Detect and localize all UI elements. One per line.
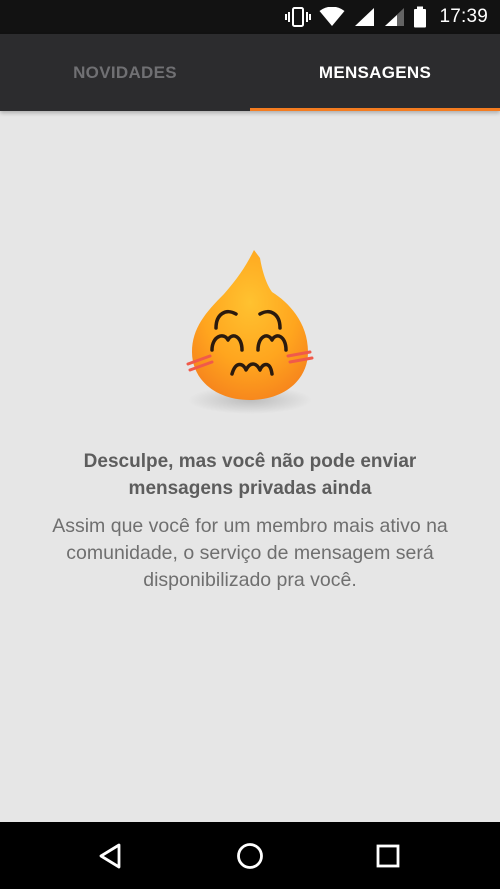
signal-icon bbox=[383, 7, 405, 27]
empty-state-title: Desculpe, mas você não pode enviar mensa… bbox=[83, 451, 417, 499]
status-icons: 17:39 bbox=[285, 0, 488, 34]
home-icon[interactable] bbox=[215, 822, 285, 889]
back-icon[interactable] bbox=[76, 822, 146, 889]
tab-bar: NOVIDADES MENSAGENS bbox=[0, 34, 500, 111]
signal-icon bbox=[353, 7, 375, 27]
flame-mascot-icon bbox=[176, 244, 324, 416]
recents-icon[interactable] bbox=[353, 822, 423, 889]
empty-state-message: Assim que você for um membro mais ativo … bbox=[52, 515, 448, 591]
active-tab-indicator bbox=[250, 108, 500, 111]
tab-mensagens[interactable]: MENSAGENS bbox=[250, 34, 500, 111]
vibrate-icon bbox=[285, 7, 312, 27]
battery-icon bbox=[413, 6, 427, 28]
status-clock: 17:39 bbox=[439, 6, 488, 27]
status-bar: 17:39 bbox=[0, 0, 500, 34]
navigation-bar bbox=[0, 822, 500, 889]
tab-novidades[interactable]: NOVIDADES bbox=[0, 34, 250, 111]
wifi-icon bbox=[319, 7, 345, 27]
